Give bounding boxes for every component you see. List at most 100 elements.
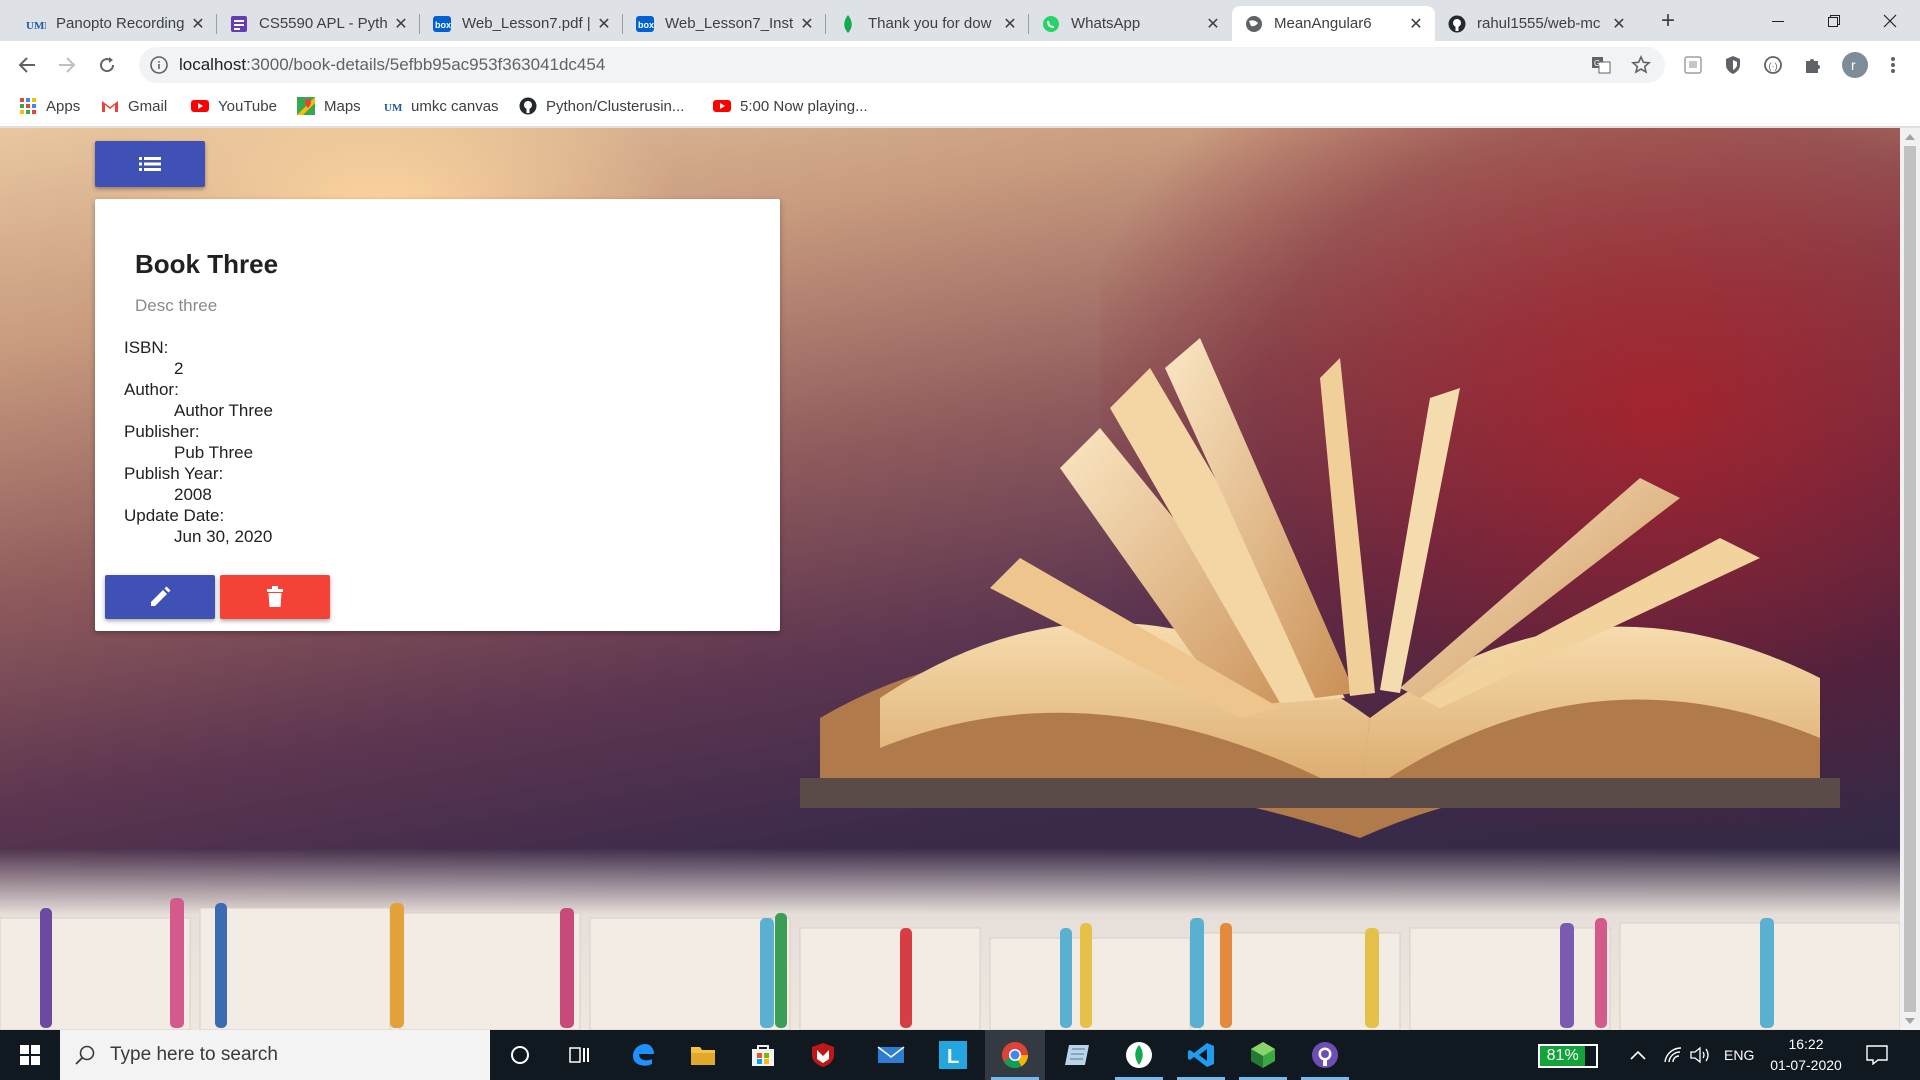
notifications-button[interactable]	[1866, 1030, 1888, 1080]
bookmark-python-cluster[interactable]: Python/Clusterusin...	[519, 89, 684, 123]
more-menu-icon[interactable]	[1881, 53, 1905, 77]
edit-button[interactable]	[105, 575, 215, 619]
close-icon[interactable]: ✕	[392, 15, 410, 33]
svg-text:(·): (·)	[1769, 61, 1778, 71]
bookmark-umkc-canvas[interactable]: UMKC umkc canvas	[384, 89, 499, 123]
cube-icon	[1251, 1042, 1275, 1068]
taskbar-store[interactable]	[733, 1030, 793, 1080]
system-clock[interactable]: 16:22 01-07-2020	[1756, 1034, 1856, 1076]
book-description: Desc three	[135, 296, 218, 315]
url-text[interactable]: localhost:3000/book-details/5efbb95ac953…	[179, 55, 605, 75]
maps-icon	[297, 97, 315, 115]
extension-circle-icon[interactable]: (·)	[1761, 53, 1785, 77]
trash-icon	[267, 586, 283, 607]
taskbar-chrome[interactable]	[985, 1030, 1045, 1080]
windows-logo-icon	[20, 1045, 40, 1065]
minimize-button[interactable]	[1748, 0, 1808, 41]
publisher-label: Publisher:	[124, 422, 200, 441]
scrollbar-thumb[interactable]	[1904, 146, 1916, 1012]
close-icon[interactable]: ✕	[595, 15, 613, 33]
scroll-up-icon[interactable]	[1905, 134, 1915, 140]
battery-indicator[interactable]: 81%	[1538, 1044, 1598, 1068]
close-icon[interactable]: ✕	[1001, 15, 1019, 33]
tab-meanangular6[interactable]: MeanAngular6 ✕	[1232, 6, 1435, 41]
star-icon[interactable]	[1629, 53, 1653, 77]
shield-icon[interactable]	[1721, 53, 1745, 77]
update-date-value: Jun 30, 2020	[174, 527, 273, 546]
bookmark-gmail[interactable]: Gmail	[101, 89, 167, 123]
puzzle-icon[interactable]	[1801, 53, 1825, 77]
bookmark-now-playing[interactable]: 5:00 Now playing...	[713, 89, 868, 123]
bookmark-label: Maps	[324, 97, 361, 115]
publish-year-value: 2008	[174, 485, 212, 504]
tab-title: Web_Lesson7.pdf |	[462, 15, 591, 32]
tab-whatsapp[interactable]: WhatsApp ✕	[1029, 6, 1232, 41]
close-icon[interactable]: ✕	[1610, 15, 1628, 33]
taskbar-notes[interactable]	[1047, 1030, 1107, 1080]
tab-web-lesson7-inst[interactable]: box Web_Lesson7_Inst ✕	[623, 6, 826, 41]
taskbar-mail[interactable]	[861, 1030, 921, 1080]
tab-web-lesson7-pdf[interactable]: box Web_Lesson7.pdf | ✕	[420, 6, 623, 41]
back-button[interactable]	[13, 51, 41, 79]
bookmark-label: YouTube	[218, 97, 277, 115]
tab-title: Thank you for dow	[868, 15, 992, 32]
close-icon[interactable]: ✕	[189, 15, 207, 33]
forward-button[interactable]	[53, 51, 81, 79]
author-label: Author:	[124, 380, 179, 399]
tab-title: rahul1555/web-mc	[1477, 15, 1601, 32]
extension-pocket-icon[interactable]	[1681, 53, 1705, 77]
cortana-button[interactable]	[490, 1030, 550, 1080]
address-bar[interactable]: localhost:3000/book-details/5efbb95ac953…	[139, 47, 1665, 83]
taskbar-mongodb[interactable]	[1109, 1030, 1169, 1080]
bookmark-label: Python/Clusterusin...	[546, 97, 685, 115]
close-window-button[interactable]	[1860, 0, 1920, 41]
volume-button[interactable]	[1690, 1030, 1712, 1080]
chevron-up-icon	[1630, 1050, 1646, 1060]
language-indicator[interactable]: ENG	[1724, 1030, 1754, 1080]
start-button[interactable]	[0, 1030, 60, 1080]
bookmark-apps[interactable]: Apps	[19, 89, 80, 123]
page-scrollbar[interactable]	[1900, 128, 1920, 1030]
bookmark-youtube[interactable]: YouTube	[191, 89, 277, 123]
tab-title: WhatsApp	[1071, 15, 1141, 32]
wifi-button[interactable]	[1663, 1030, 1683, 1080]
taskbar-3d-app[interactable]	[1233, 1030, 1293, 1080]
svg-text:UMKC: UMKC	[26, 20, 46, 32]
task-view-button[interactable]	[550, 1030, 610, 1080]
box-icon: box	[432, 14, 452, 34]
mcafee-shield-icon	[812, 1043, 834, 1067]
restore-button[interactable]	[1804, 0, 1864, 41]
new-tab-button[interactable]: +	[1654, 8, 1682, 36]
update-date-label: Update Date:	[124, 506, 225, 525]
close-icon[interactable]: ✕	[798, 15, 816, 33]
tab-github-rahul[interactable]: rahul1555/web-mc ✕	[1435, 6, 1638, 41]
l-app-icon: L	[939, 1041, 967, 1069]
taskbar-search-box[interactable]: Type here to search	[60, 1030, 490, 1080]
tab-cs5590[interactable]: CS5590 APL - Pyth ✕	[217, 6, 420, 41]
book-details-card: Book Three Desc three ISBN: 2 Author: Au…	[95, 199, 780, 631]
show-hidden-icons-button[interactable]	[1630, 1030, 1646, 1080]
menu-button[interactable]	[95, 141, 205, 187]
tab-panopto[interactable]: UMKC Panopto Recording ✕	[14, 6, 217, 41]
taskbar-github-desktop[interactable]	[1295, 1030, 1355, 1080]
svg-text:r: r	[1851, 57, 1856, 73]
box-icon: box	[635, 14, 655, 34]
tab-title: CS5590 APL - Pyth	[259, 15, 388, 32]
bookmark-maps[interactable]: Maps	[297, 89, 361, 123]
avatar[interactable]: r	[1841, 51, 1869, 79]
close-icon[interactable]: ✕	[1407, 15, 1425, 33]
delete-button[interactable]	[220, 575, 330, 619]
isbn-label: ISBN:	[124, 338, 169, 357]
taskbar-file-explorer[interactable]	[673, 1030, 733, 1080]
taskbar-mcafee[interactable]	[793, 1030, 853, 1080]
translate-icon[interactable]: G	[1589, 53, 1613, 77]
tab-thank-you[interactable]: Thank you for dow ✕	[826, 6, 1029, 41]
taskbar-vscode[interactable]	[1171, 1030, 1231, 1080]
info-icon[interactable]	[149, 55, 169, 75]
reload-button[interactable]	[93, 51, 121, 79]
scroll-down-icon[interactable]	[1905, 1018, 1915, 1024]
taskbar-edge[interactable]	[613, 1030, 673, 1080]
taskbar-l-app[interactable]: L	[923, 1030, 983, 1080]
github-icon	[1312, 1042, 1338, 1068]
close-icon[interactable]: ✕	[1204, 15, 1222, 33]
